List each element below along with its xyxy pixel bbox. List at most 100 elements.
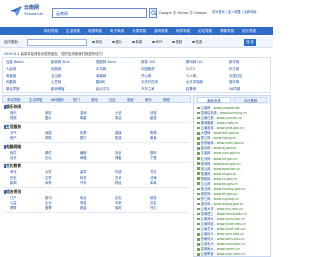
site-link[interactable]: 联合早报 [6,87,20,91]
recent-site-item[interactable]: 昆明信息港 - www.kunming.cn [197,111,247,115]
site-link[interactable]: 百度 Baidu [6,60,24,64]
recent-site-item[interactable]: 德宏网 - www.dh.gov.cn [197,192,238,196]
site-link[interactable]: 赶集网 [186,87,196,91]
category-link[interactable]: 博客 [115,156,122,160]
site-link[interactable]: 汽车之家 [141,87,155,91]
category-link[interactable]: 法律 [150,176,157,180]
category-link[interactable]: 下载 [150,156,157,160]
recent-site-item[interactable]: 西南林大 - www.swfu.edu.cn [197,237,244,241]
recent-site-name[interactable]: 昆明理工 [201,212,214,216]
site-link[interactable]: 当当网 [51,74,61,78]
recent-site-item[interactable]: 云南网 - www.ynwww.net [197,106,240,110]
recent-site-item[interactable]: 怒江网 - www.nujiang.cn [197,197,239,201]
category-link[interactable]: 天气 [10,131,17,135]
tab-latest[interactable]: 最新收录 [197,97,231,103]
recent-site-name[interactable]: 文山网 [201,182,211,186]
recent-site-name[interactable]: 云南大学 [201,207,214,211]
category-tab[interactable]: 本站导航 [7,98,21,102]
recent-site-name[interactable]: 西双版纳 [201,141,214,145]
recent-site-item[interactable]: 文山网 - www.ws.gov.cn [197,182,238,186]
category-link[interactable]: 门户 [10,196,17,200]
search-option[interactable]: 网页 [92,40,102,44]
site-link[interactable]: 新华网 [229,60,239,64]
category-link[interactable]: 保险 [115,206,122,210]
site-link[interactable]: 腾讯网 QQ [186,60,203,64]
nav-item[interactable]: 生活导航 [66,29,80,33]
recent-site-name[interactable]: 德宏网 [201,192,211,196]
header-search-input[interactable]: 云南网 [52,8,147,18]
recent-site-name[interactable]: 临沧网 [201,187,211,191]
category-link[interactable]: 游戏 [80,111,87,115]
recent-site-item[interactable]: 云南日报 - www.yunnan.cn [197,116,242,120]
category-link[interactable]: 视频 [10,116,17,120]
recent-site-name[interactable]: 昆明信息港 [201,111,217,115]
recent-site-item[interactable]: 楚雄网 - www.cx.gov.cn [197,177,237,181]
recent-site-item[interactable]: 玉溪网 - www.yuxi.gov.cn [197,151,240,155]
recent-site-item[interactable]: 云南艺术 - www.ynart.edu.cn [197,227,245,231]
site-link[interactable]: 搜狐网 Sohu [96,60,116,64]
recent-site-item[interactable]: 云南旅游 - www.ynta.gov.cn [197,126,244,130]
category-link[interactable]: 图片 [45,116,52,120]
category-link[interactable]: 旅游 [115,136,122,140]
site-link[interactable]: 优酷网 [6,80,16,84]
nav-item[interactable]: 论坛导航 [198,29,212,33]
category-link[interactable]: 理财 [10,206,17,210]
recent-site-item[interactable]: 云南师大 - www.ynnu.edu.cn [197,217,245,221]
category-link[interactable]: 科学 [80,176,87,180]
category-link[interactable]: 手机 [115,201,122,205]
recent-site-name[interactable]: 云南民大 [201,232,214,236]
category-link[interactable]: 书法 [150,170,157,174]
recent-site-name[interactable]: 红河网 [201,157,211,161]
recent-site-item[interactable]: 云南民大 - www.ynni.edu.cn [197,232,244,236]
category-link[interactable]: 星座 [150,116,157,120]
site-link[interactable]: 人民网 [6,67,16,71]
recent-site-item[interactable]: 西双版纳 - www.xsbn.gov.cn [197,141,244,145]
category-link[interactable]: 硬件 [45,151,52,155]
site-link[interactable]: 新浪博客 [51,87,65,91]
category-link[interactable]: 股票 [45,206,52,210]
nav-item[interactable]: 博客导航 [220,29,234,33]
category-link[interactable]: 外语 [115,170,122,174]
site-link[interactable]: CCTV [186,67,195,71]
site-link[interactable]: 土豆网 [51,80,61,84]
recent-site-item[interactable]: 迪庆网 - www.diqing.gov.cn [197,202,243,206]
recent-site-item[interactable]: 临沧网 - www.lincang.gov.cn [197,187,245,191]
recent-site-item[interactable]: 云南农大 - www.ynau.edu.cn [197,242,245,246]
site-link[interactable]: 凤凰网 [51,67,61,71]
category-tab[interactable]: 休闲娱乐 [51,98,65,102]
recent-site-name[interactable]: 春城晚报 [201,121,214,125]
recent-site-name[interactable]: 云南师大 [201,217,214,221]
recent-site-name[interactable]: 昭通网 [201,172,211,176]
category-link[interactable]: 报刊 [45,196,52,200]
search-option[interactable]: 新闻 [132,40,142,44]
recent-site-name[interactable]: 云南旅游 [201,126,214,130]
category-link[interactable]: 求职 [45,136,52,140]
category-link[interactable]: 公益 [10,201,17,205]
category-link[interactable]: 笑话 [115,116,122,120]
category-link[interactable]: 论坛 [45,156,52,160]
category-link[interactable]: 历史 [10,176,17,180]
recent-site-item[interactable]: 曲靖网 - www.qj.gov.cn [197,146,236,150]
site-link[interactable]: 58同城 [229,87,240,91]
category-tab[interactable]: 视频 [163,98,170,102]
recent-site-item[interactable]: 昆明理工 - www.kmust.edu.cn [197,212,247,216]
recent-site-item[interactable]: 丽江网 - www.lijiang.cn [197,136,236,140]
search-option[interactable]: 知道 [192,40,202,44]
category-link[interactable]: 艺术 [115,176,122,180]
recent-site-item[interactable]: 大理网 - www.dali.gov.cn [197,131,239,135]
header-search-button[interactable] [149,8,157,18]
search-engine-links[interactable]: Google 中 Yahoo 中 Google [159,11,207,15]
site-search-input[interactable] [27,39,87,46]
category-link[interactable]: 彩票 [80,131,87,135]
site-link[interactable]: 中国雅虎 [141,67,155,71]
recent-site-name[interactable]: 楚雄网 [201,177,211,181]
nav-item[interactable]: 站长导航 [242,29,256,33]
recent-site-item[interactable]: 红河网 - www.hh.gov.cn [197,157,238,161]
category-tab[interactable]: 热门 [73,98,80,102]
nav-item[interactable]: 电子商务 [110,29,124,33]
category-tab[interactable]: 音乐 [145,98,152,102]
recent-site-name[interactable]: 普洱网 [201,162,211,166]
category-link[interactable]: 美食 [150,136,157,140]
category-tab[interactable]: 社区 [109,98,116,102]
category-link[interactable]: 购物 [150,131,157,135]
